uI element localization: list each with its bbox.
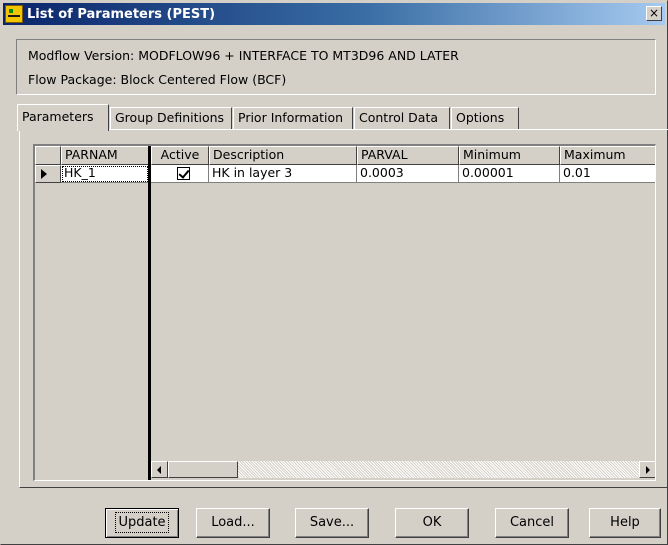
tab-options[interactable]: Options [451, 107, 519, 129]
arrow-right-icon [646, 466, 650, 474]
scroll-right-button[interactable] [639, 461, 655, 478]
help-button[interactable]: Help [589, 508, 661, 538]
flow-package-label: Flow Package: Block Centered Flow (BCF) [28, 72, 287, 87]
horizontal-scrollbar[interactable] [151, 461, 655, 478]
cell-description[interactable]: HK in layer 3 [209, 165, 357, 183]
model-info-panel: Modflow Version: MODFLOW96 + INTERFACE T… [16, 39, 656, 95]
cell-minimum[interactable]: 0.00001 [459, 165, 560, 183]
row-indicator[interactable] [35, 165, 61, 183]
ok-button[interactable]: OK [395, 508, 469, 538]
tab-prior-information[interactable]: Prior Information [233, 107, 353, 129]
cell-parnam[interactable]: HK_1 [61, 165, 149, 183]
current-row-pointer-icon [41, 169, 47, 179]
column-header-active[interactable]: Active [151, 146, 209, 165]
title-bar[interactable]: List of Parameters (PEST) × [3, 3, 665, 25]
row-indicator-header [35, 146, 61, 165]
parameters-grid[interactable]: PARNAM Active Description PARVAL Minimum… [33, 144, 656, 481]
load-button[interactable]: Load... [196, 508, 270, 538]
column-header-maximum[interactable]: Maximum [560, 146, 655, 165]
scrollbar-thumb[interactable] [168, 461, 238, 478]
column-header-parnam[interactable]: PARNAM [61, 146, 149, 165]
cell-maximum[interactable]: 0.01 [560, 165, 655, 183]
cancel-button[interactable]: Cancel [495, 508, 569, 538]
window-title: List of Parameters (PEST) [27, 6, 216, 22]
active-checkbox[interactable] [177, 167, 190, 180]
close-button[interactable]: × [646, 6, 662, 21]
pest-app-icon [5, 5, 23, 23]
table-row[interactable]: HK_1 HK in layer 3 0.0003 0.00001 0.01 [35, 165, 655, 183]
cell-parval[interactable]: 0.0003 [357, 165, 459, 183]
fixed-column-divider [148, 146, 151, 480]
parameters-dialog: List of Parameters (PEST) × Modflow Vers… [0, 0, 668, 545]
cell-active[interactable] [151, 165, 209, 183]
tab-group-definitions[interactable]: Group Definitions [110, 107, 232, 129]
modflow-version-label: Modflow Version: MODFLOW96 + INTERFACE T… [28, 48, 459, 63]
tab-parameters[interactable]: Parameters [17, 104, 109, 131]
save-button[interactable]: Save... [295, 508, 369, 538]
column-header-minimum[interactable]: Minimum [459, 146, 560, 165]
column-header-parval[interactable]: PARVAL [357, 146, 459, 165]
scroll-left-button[interactable] [151, 461, 168, 478]
arrow-left-icon [157, 466, 161, 474]
update-button[interactable]: Update [105, 508, 179, 538]
grid-header-row: PARNAM Active Description PARVAL Minimum… [35, 146, 655, 165]
update-button-label: Update [115, 512, 169, 533]
tab-control-data[interactable]: Control Data [354, 107, 450, 129]
column-header-description[interactable]: Description [209, 146, 357, 165]
